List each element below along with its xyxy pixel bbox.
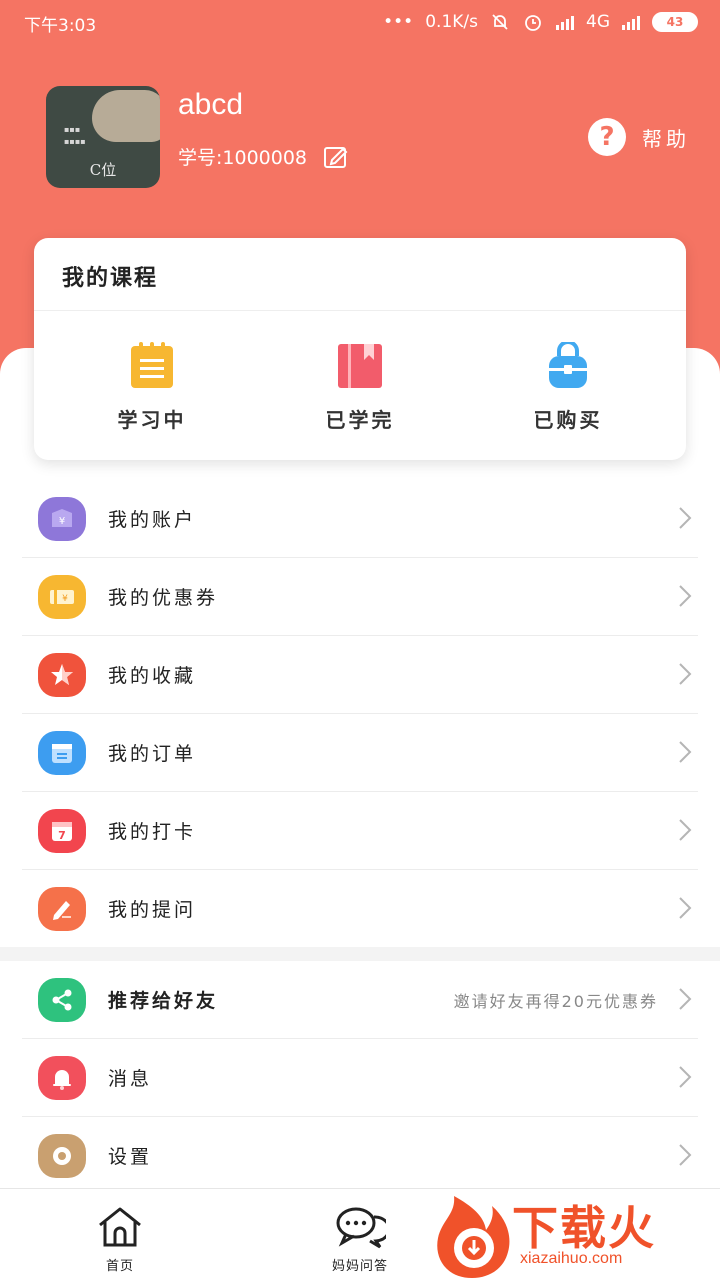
battery-icon: 43 [652, 12, 698, 32]
menu-item-favorites[interactable]: 我的收藏 [0, 636, 720, 714]
menu-item-checkin[interactable]: 7 我的打卡 [0, 792, 720, 870]
pencil-icon [38, 887, 86, 931]
my-courses-title: 我的课程 [62, 266, 159, 291]
more-dots-icon: ••• [383, 12, 414, 32]
network-type: 4G [586, 12, 610, 32]
course-finished-button[interactable]: 已学完 [280, 342, 440, 433]
avatar[interactable]: ▪▪▪ ▪▪▪▪ C位 [46, 86, 160, 188]
chevron-right-icon [679, 897, 692, 919]
chevron-right-icon [679, 819, 692, 841]
chevron-right-icon [679, 1144, 692, 1166]
avatar-image-text: ▪▪▪ ▪▪▪▪ [64, 125, 86, 146]
calendar-7-icon: 7 [38, 809, 86, 853]
menu-item-orders[interactable]: 我的订单 [0, 714, 720, 792]
course-purchased-label: 已购买 [533, 408, 603, 432]
tab-mom-qa[interactable]: 妈妈问答 [310, 1205, 410, 1274]
help-icon: ? [588, 118, 626, 156]
avatar-caption: C位 [89, 161, 117, 179]
calendar-list-icon [38, 731, 86, 775]
menu-item-recommend[interactable]: 推荐给好友 邀请好友再得20元优惠券 [0, 961, 720, 1039]
home-icon [99, 1207, 141, 1247]
menu-item-label: 我的优惠券 [108, 587, 219, 609]
divider [34, 310, 686, 311]
menu-item-questions[interactable]: 我的提问 [0, 870, 720, 948]
watermark-url: xiazaihuo.com [520, 1250, 623, 1267]
tab-mom-qa-label: 妈妈问答 [331, 1259, 388, 1274]
course-finished-label: 已学完 [325, 408, 395, 432]
menu-group-other: 推荐给好友 邀请好友再得20元优惠券 消息 设置 [0, 961, 720, 1195]
chat-icon [336, 1207, 386, 1249]
signal-icon [556, 14, 574, 30]
chevron-right-icon [679, 988, 692, 1010]
menu-item-account[interactable]: ¥ 我的账户 [0, 480, 720, 558]
menu-item-label: 我的收藏 [108, 665, 197, 687]
course-learning-label: 学习中 [117, 408, 187, 432]
student-id: 学号:1000008 [178, 147, 308, 169]
menu-item-label: 我的账户 [108, 509, 197, 531]
share-icon [38, 978, 86, 1022]
username: abcd [178, 88, 244, 121]
star-icon [38, 653, 86, 697]
chevron-right-icon [679, 585, 692, 607]
tab-home-label: 首页 [105, 1259, 134, 1274]
menu-item-coupons[interactable]: ¥ 我的优惠券 [0, 558, 720, 636]
course-learning-button[interactable]: 学习中 [72, 342, 232, 433]
invite-hint: 邀请好友再得20元优惠券 [453, 992, 658, 1011]
tab-home[interactable]: 首页 [70, 1205, 170, 1274]
status-bar: 下午3:03 ••• 0.1K/s 4G 43 [0, 0, 720, 44]
wallet-icon: ¥ [38, 497, 86, 541]
svg-text:¥: ¥ [59, 516, 65, 527]
chevron-right-icon [679, 663, 692, 685]
chevron-right-icon [679, 741, 692, 763]
net-speed: 0.1K/s [425, 12, 478, 32]
bag-icon [549, 342, 587, 388]
bell-icon [38, 1056, 86, 1100]
menu-item-label: 我的订单 [108, 743, 197, 765]
menu-item-label: 设置 [108, 1146, 153, 1168]
svg-text:7: 7 [58, 829, 66, 842]
menu-item-label: 推荐给好友 [108, 990, 219, 1012]
chevron-right-icon [679, 1066, 692, 1088]
help-button[interactable]: ? 帮助 [588, 118, 690, 156]
student-id-row: 学号:1000008 [178, 143, 349, 170]
menu-item-label: 我的提问 [108, 899, 197, 921]
menu-item-label: 消息 [108, 1068, 153, 1090]
watermark: 下载火 xiazaihuo.com [428, 1188, 720, 1280]
edit-icon[interactable] [323, 145, 349, 169]
chevron-right-icon [679, 507, 692, 529]
menu-group-account: ¥ 我的账户 ¥ 我的优惠券 我的收藏 我的订单 7 我的打卡 我的提问 [0, 480, 720, 948]
section-gap [0, 947, 720, 961]
help-label: 帮助 [642, 126, 690, 151]
status-time: 下午3:03 [24, 16, 97, 36]
svg-text:¥: ¥ [62, 594, 68, 604]
gear-icon [38, 1134, 86, 1178]
course-purchased-button[interactable]: 已购买 [488, 342, 648, 433]
signal-2-icon [622, 14, 640, 30]
book-icon [338, 344, 382, 388]
menu-item-settings[interactable]: 设置 [0, 1117, 720, 1195]
mute-bell-icon [492, 14, 508, 30]
menu-item-messages[interactable]: 消息 [0, 1039, 720, 1117]
my-courses-card: 我的课程 学习中 已学完 已购买 [34, 238, 686, 460]
coupon-icon: ¥ [38, 575, 86, 619]
menu-item-label: 我的打卡 [108, 821, 197, 843]
notepad-icon [131, 342, 173, 388]
alarm-icon [525, 15, 541, 31]
watermark-text: 下载火 [512, 1201, 656, 1255]
flame-logo-icon [437, 1196, 510, 1278]
